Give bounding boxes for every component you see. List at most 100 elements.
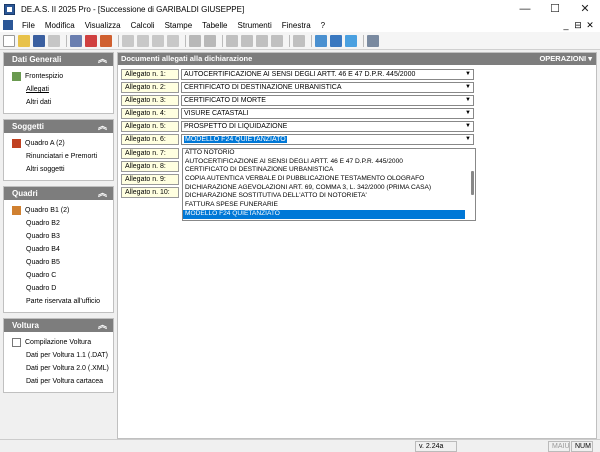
calc-icon[interactable] xyxy=(85,34,97,47)
sidebar-item-label: Dati per Voltura 2.0 (.XML) xyxy=(26,365,109,372)
allegato-select[interactable]: AUTOCERTIFICAZIONE AI SENSI DEGLI ARTT. … xyxy=(181,69,474,80)
close-button[interactable]: ✕ xyxy=(570,0,600,18)
dropdown-option[interactable]: DICHIARAZIONE AGEVOLAZIONI ART. 69, COMM… xyxy=(183,184,465,193)
allegato-select[interactable]: CERTIFICATO DI MORTE ▼ xyxy=(181,95,474,106)
menu-strumenti[interactable]: Strumenti xyxy=(233,21,277,30)
mdi-minimize-button[interactable]: _ xyxy=(560,20,572,30)
table-icon[interactable] xyxy=(226,34,238,47)
allegato-row: Allegato n. 8: xyxy=(121,161,179,172)
sidebar-item-parte-riservata[interactable]: Parte riservata all'ufficio xyxy=(12,295,109,308)
panel-header-soggetti[interactable]: Soggetti ︽ xyxy=(4,120,113,133)
arrow-up-icon[interactable] xyxy=(204,34,216,47)
dropdown-option[interactable]: FATTURA SPESE FUNERARIE xyxy=(183,201,465,210)
panel-header-voltura[interactable]: Voltura ︽ xyxy=(4,319,113,332)
sidebar-item-label: Rinunciatari e Premorti xyxy=(26,153,98,160)
cut-icon[interactable] xyxy=(167,34,179,47)
sidebar-item-voltura-xml[interactable]: Dati per Voltura 2.0 (.XML) xyxy=(12,362,109,375)
toolbar-separator xyxy=(311,34,312,47)
allegato-row: Allegato n. 5: PROSPETTO DI LIQUIDAZIONE… xyxy=(121,121,474,132)
upload-icon[interactable] xyxy=(293,34,305,47)
sidebar-item-quadro-b2[interactable]: Quadro B2 xyxy=(12,217,109,230)
mdi-restore-button[interactable]: ⊟ xyxy=(572,20,584,31)
new-file-icon[interactable] xyxy=(3,34,15,47)
print-preview-icon[interactable] xyxy=(48,34,60,47)
export-icon[interactable] xyxy=(271,34,283,47)
sidebar-item-quadro-b5[interactable]: Quadro B5 xyxy=(12,256,109,269)
arrow-down-icon[interactable] xyxy=(189,34,201,47)
sidebar-item-quadro-d[interactable]: Quadro D xyxy=(12,282,109,295)
menu-stampe[interactable]: Stampe xyxy=(160,21,198,30)
menu-tabelle[interactable]: Tabelle xyxy=(197,21,232,30)
chart-icon[interactable] xyxy=(256,34,268,47)
toolbar-separator xyxy=(289,34,290,47)
save-icon[interactable] xyxy=(33,34,45,47)
operations-menu[interactable]: OPERAZIONI ▾ xyxy=(539,53,592,65)
dropdown-option-selected[interactable]: MODELLO F24 QUIETANZIATO xyxy=(183,209,465,219)
chevron-up-icon[interactable]: ︽ xyxy=(98,319,107,332)
toolbar-separator xyxy=(66,34,67,47)
main-title: Documenti allegati alla dichiarazione xyxy=(121,54,253,63)
globe-icon[interactable] xyxy=(315,34,327,47)
allegato-row: Allegato n. 3: CERTIFICATO DI MORTE ▼ xyxy=(121,95,474,106)
print-icon[interactable] xyxy=(152,34,164,47)
document-icon[interactable] xyxy=(3,20,13,30)
sidebar-item-label: Quadro B5 xyxy=(26,259,60,266)
update-icon[interactable] xyxy=(345,34,357,47)
allegato-select[interactable]: PROSPETTO DI LIQUIDAZIONE ▼ xyxy=(181,121,474,132)
menu-modifica[interactable]: Modifica xyxy=(40,21,80,30)
copy-icon[interactable] xyxy=(122,34,134,47)
panel-header-quadri[interactable]: Quadri ︽ xyxy=(4,187,113,200)
sidebar-item-voltura-dat[interactable]: Dati per Voltura 1.1 (.DAT) xyxy=(12,349,109,362)
grid-icon[interactable] xyxy=(241,34,253,47)
tools-icon[interactable] xyxy=(100,34,112,47)
sidebar-item-quadro-b3[interactable]: Quadro B3 xyxy=(12,230,109,243)
chevron-up-icon[interactable]: ︽ xyxy=(98,120,107,133)
sidebar-item-quadro-a[interactable]: Quadro A (2) xyxy=(12,137,109,150)
allegato-label: Allegato n. 1: xyxy=(121,69,179,80)
sidebar-item-quadro-b1[interactable]: Quadro B1 (2) xyxy=(12,204,109,217)
menu-help[interactable]: ? xyxy=(316,21,330,30)
paste-icon[interactable] xyxy=(137,34,149,47)
sidebar-item-rinunciatari[interactable]: Rinunciatari e Premorti xyxy=(12,150,109,163)
dropdown-option[interactable]: DICHIARAZIONE SOSTITUTIVA DELL'ATTO DI N… xyxy=(183,192,465,201)
status-bar: v. 2.24a MAIU NUM xyxy=(0,439,600,452)
building-icon[interactable] xyxy=(367,34,379,47)
dropdown-option[interactable]: COPIA AUTENTICA VERBALE DI PUBBLICAZIONE… xyxy=(183,175,465,184)
allegato-row: Allegato n. 10: xyxy=(121,187,179,198)
sidebar-item-compilazione-voltura[interactable]: Compilazione Voltura xyxy=(12,336,109,349)
allegato-select-open[interactable]: MODELLO F24 QUIETANZIATO ▼ xyxy=(181,134,474,145)
main-panel: Documenti allegati alla dichiarazione OP… xyxy=(117,52,597,439)
window-title: DE.A.S. II 2025 Pro - [Successione di GA… xyxy=(21,4,245,14)
binoculars-icon[interactable] xyxy=(70,34,82,47)
menu-calcoli[interactable]: Calcoli xyxy=(126,21,160,30)
sidebar-item-voltura-cartacea[interactable]: Dati per Voltura cartacea xyxy=(12,375,109,388)
chevron-up-icon[interactable]: ︽ xyxy=(98,53,107,66)
maximize-button[interactable]: ☐ xyxy=(540,0,570,18)
people-icon xyxy=(12,139,21,148)
menu-visualizza[interactable]: Visualizza xyxy=(80,21,126,30)
menu-file[interactable]: File xyxy=(17,21,40,30)
dropdown-option[interactable]: CERTIFICATO DI DESTINAZIONE URBANISTICA xyxy=(183,166,465,175)
sidebar-item-quadro-c[interactable]: Quadro C xyxy=(12,269,109,282)
sidebar-item-quadro-b4[interactable]: Quadro B4 xyxy=(12,243,109,256)
menu-finestra[interactable]: Finestra xyxy=(277,21,316,30)
panel-header-dati-generali[interactable]: Dati Generali ︽ xyxy=(4,53,113,66)
chevron-up-icon[interactable]: ︽ xyxy=(98,187,107,200)
sidebar-item-allegati[interactable]: Allegati xyxy=(12,83,109,96)
open-folder-icon[interactable] xyxy=(18,34,30,47)
mdi-close-button[interactable]: ✕ xyxy=(584,20,596,31)
minimize-button[interactable]: — xyxy=(510,0,540,18)
dropdown-option[interactable]: ATTO NOTORIO xyxy=(183,149,465,158)
allegato-select[interactable]: CERTIFICATO DI DESTINAZIONE URBANISTICA ▼ xyxy=(181,82,474,93)
sidebar-item-label: Compilazione Voltura xyxy=(25,339,92,346)
sidebar-item-frontespizio[interactable]: Frontespizio xyxy=(12,70,109,83)
dropdown-option[interactable]: AUTOCERTIFICAZIONE AI SENSI DEGLI ARTT. … xyxy=(183,158,465,167)
sidebar-item-label: Quadro D xyxy=(26,285,57,292)
allegato-select[interactable]: VISURE CATASTALI ▼ xyxy=(181,108,474,119)
sidebar-item-altri-dati[interactable]: Altri dati xyxy=(12,96,109,109)
sidebar-item-label: Altri dati xyxy=(26,99,52,106)
panel-voltura: Voltura ︽ Compilazione Voltura Dati per … xyxy=(3,318,114,393)
dropdown-scrollbar[interactable] xyxy=(471,171,474,195)
help-icon[interactable] xyxy=(330,34,342,47)
sidebar-item-altri-soggetti[interactable]: Altri soggetti xyxy=(12,163,109,176)
